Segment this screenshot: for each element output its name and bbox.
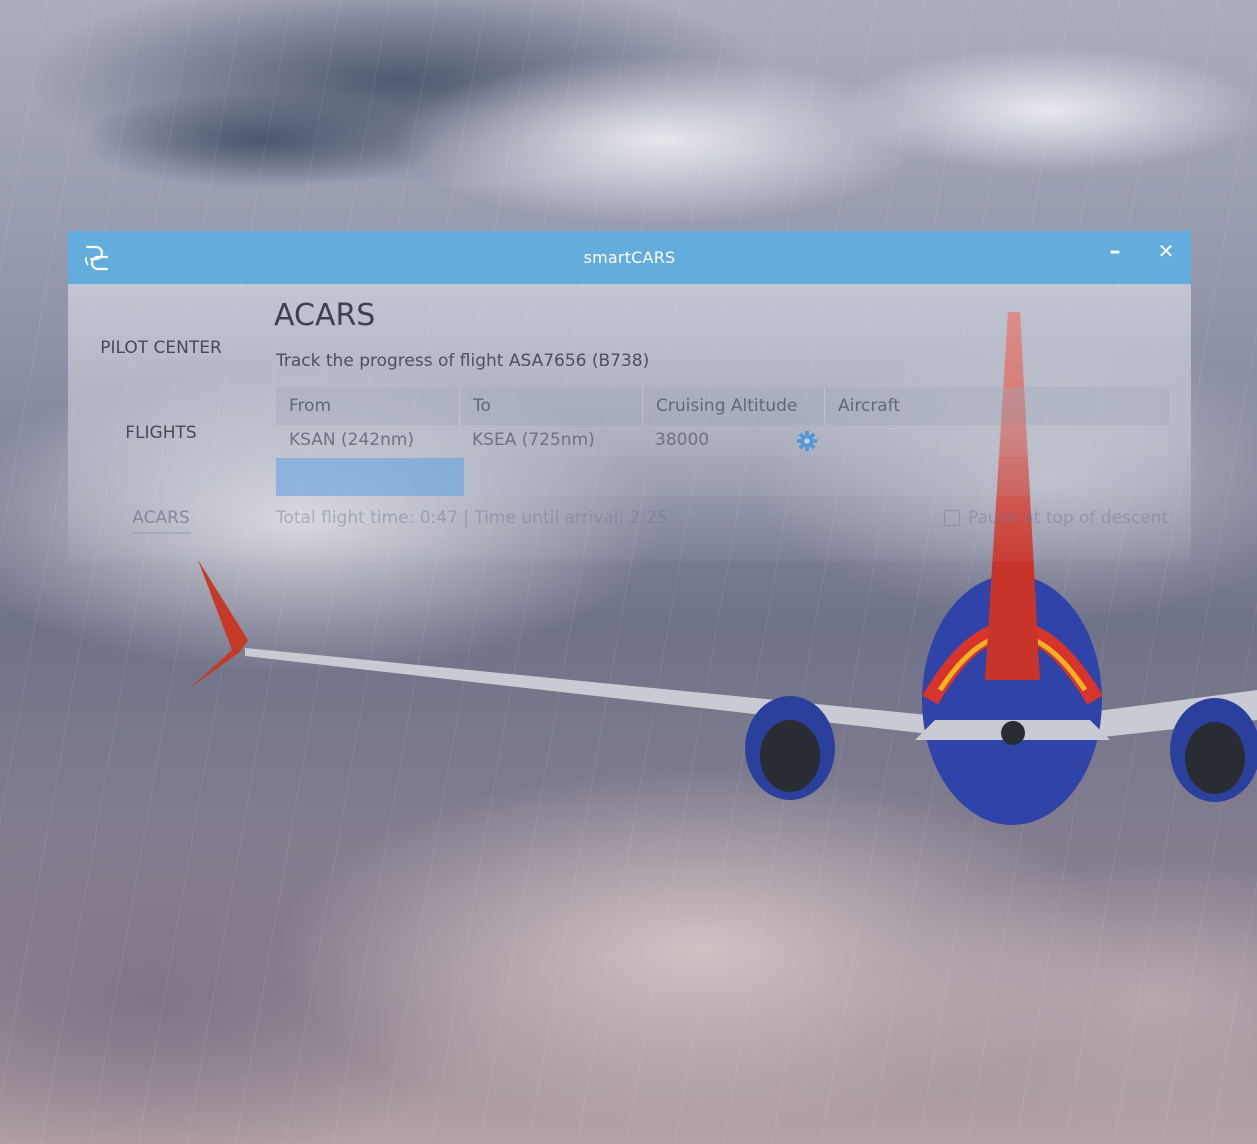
tail-cone	[1001, 721, 1025, 745]
table-header: From To Cruising Altitude Aircraft	[276, 387, 1169, 425]
sidebar-item-pilot-center[interactable]: PILOT CENTER	[68, 338, 254, 358]
flight-info-table: From To Cruising Altitude Aircraft KSAN …	[276, 387, 1169, 457]
page-title: ACARS	[274, 298, 376, 333]
left-winglet	[190, 560, 248, 688]
cell-from: KSAN (242nm)	[289, 430, 415, 450]
cell-aircraft	[824, 425, 1169, 457]
right-engine	[1170, 698, 1257, 802]
flight-progress-bar	[276, 458, 1169, 496]
flight-time-status: Total flight time: 0:47 | Time until arr…	[276, 508, 668, 528]
horizontal-stabilizer	[915, 720, 1110, 740]
cell-to: KSEA (725nm)	[472, 430, 595, 450]
page-subtitle: Track the progress of flight ASA7656 (B7…	[276, 351, 650, 371]
close-button[interactable]: ✕	[1151, 239, 1181, 269]
column-header-to: To	[459, 387, 642, 425]
column-header-cruising-altitude: Cruising Altitude	[642, 387, 824, 425]
flight-progress-fill	[276, 458, 464, 496]
column-header-aircraft: Aircraft	[824, 387, 1169, 425]
pause-at-tod-label[interactable]: Pause at top of descent	[968, 508, 1168, 528]
window-title: smartCARS	[583, 248, 676, 267]
fuselage-stripe-yellow	[937, 632, 1088, 692]
left-engine-intake	[760, 720, 820, 792]
table-row: KSAN (242nm) KSEA (725nm) 38000	[276, 425, 1169, 457]
aircraft-background-image	[190, 312, 1257, 825]
left-engine	[745, 696, 835, 800]
minimize-button[interactable]: –	[1100, 239, 1130, 269]
fuselage-stripe	[922, 621, 1103, 705]
sidebar-item-flights[interactable]: FLIGHTS	[68, 423, 254, 443]
right-wing	[1030, 690, 1257, 745]
active-nav-indicator	[131, 532, 191, 534]
rain-overlay	[0, 0, 1257, 1144]
desktop-background: smartCARS – ✕ PILOT CENTER FLIGHTS ACARS…	[0, 0, 1257, 1144]
pause-at-tod-checkbox[interactable]	[944, 510, 960, 526]
left-wing	[245, 648, 1000, 742]
smartcars-window: smartCARS – ✕ PILOT CENTER FLIGHTS ACARS…	[68, 231, 1191, 561]
sidebar-item-acars[interactable]: ACARS	[68, 508, 254, 528]
gear-icon[interactable]	[796, 430, 818, 452]
right-engine-intake	[1185, 722, 1245, 794]
column-header-from: From	[289, 396, 332, 416]
window-titlebar[interactable]: smartCARS – ✕	[68, 231, 1191, 284]
fuselage	[922, 575, 1102, 825]
